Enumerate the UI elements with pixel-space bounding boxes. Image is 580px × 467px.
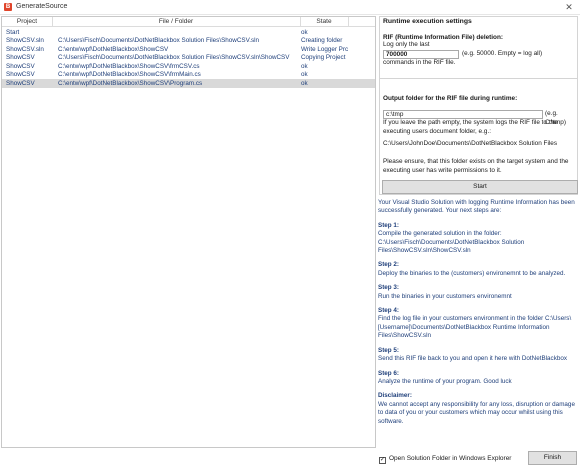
cell-project: ShowCSV [6, 54, 35, 61]
app-icon: B [4, 3, 12, 11]
column-header-file[interactable]: File / Folder [52, 18, 300, 25]
column-header-project[interactable]: Project [2, 18, 52, 25]
cell-file: C:\Users\Fisch\Documents\DotNetBlackbox … [58, 37, 259, 44]
table-row[interactable]: ShowCSV.sln C:\entw\wpf\DotNetBlackbox\S… [2, 45, 375, 54]
intro-text: Your Visual Studio Solution with logging… [378, 199, 575, 215]
finish-button[interactable]: Finish [528, 451, 577, 465]
step-2-text: Deploy the binaries to the (customers) e… [378, 269, 566, 277]
cell-project: ShowCSV.sln [6, 37, 44, 44]
cell-state: Creating folder [301, 37, 343, 44]
start-button[interactable]: Start [382, 180, 578, 194]
open-folder-label: Open Solution Folder in Windows Explorer [389, 455, 512, 462]
log-count-suffix: commands in the RIF file. [383, 59, 456, 66]
cell-file: C:\entw\wpf\DotNetBlackbox\ShowCSV\frmCS… [58, 62, 200, 70]
table-body: Start ok ShowCSV.sln C:\Users\Fisch\Docu… [2, 28, 375, 88]
cell-project: ShowCSV [6, 62, 35, 70]
output-folder-heading: Output folder for the RIF file during ru… [383, 95, 518, 102]
disclaimer-text: We cannot accept any responsibility for … [378, 400, 575, 425]
log-count-hint: (e.g. 50000. Empty = log all) [462, 50, 543, 57]
title-bar: B GenerateSource ✕ [0, 0, 580, 15]
ensure-folder-text: Please ensure, that this folder exists o… [383, 158, 569, 174]
table-row[interactable]: ShowCSV C:\entw\wpf\DotNetBlackbox\ShowC… [2, 71, 375, 80]
step-5-text: Send this RIF file back to you and open … [378, 355, 568, 363]
cell-file: C:\entw\wpf\DotNetBlackbox\ShowCSV [58, 45, 169, 53]
step-4-text: Find the log file in your customers envi… [378, 315, 572, 340]
open-folder-checkbox[interactable]: ✓ [379, 457, 386, 464]
cell-state: ok [301, 28, 308, 36]
cell-project: ShowCSV.sln [6, 45, 44, 53]
step-2-title: Step 2: [378, 261, 399, 269]
log-only-label: Log only the last [383, 41, 430, 48]
cell-file: C:\entw\wpf\DotNetBlackbox\ShowCSV\Progr… [58, 79, 203, 87]
output-folder-description: If you leave the path empty, the system … [383, 119, 558, 135]
column-divider[interactable] [348, 17, 349, 27]
close-button[interactable]: ✕ [562, 1, 576, 14]
table-row[interactable]: Start ok [2, 28, 375, 37]
settings-heading: Runtime execution settings [383, 18, 472, 25]
cell-file: C:\Users\Fisch\Documents\DotNetBlackbox … [58, 54, 290, 61]
step-3-text: Run the binaries in your customers envir… [378, 292, 512, 300]
step-1-text: Compile the generated solution in the fo… [378, 230, 525, 255]
log-count-input[interactable]: 700000 [383, 50, 459, 59]
step-6-title: Step 6: [378, 369, 399, 377]
step-3-title: Step 3: [378, 284, 399, 292]
rif-deletion-heading: RIF (Runtime Information File) deletion: [383, 34, 503, 41]
table-row[interactable]: ShowCSV.sln C:\Users\Fisch\Documents\Dot… [2, 37, 375, 46]
table-row[interactable]: ShowCSV C:\Users\Fisch\Documents\DotNetB… [2, 54, 375, 63]
column-header-state[interactable]: State [300, 18, 348, 25]
cell-project: Start [6, 28, 20, 36]
step-5-title: Step 5: [378, 346, 399, 354]
cell-project: ShowCSV [6, 71, 35, 78]
progress-table: Project File / Folder State Start ok Sho… [1, 16, 376, 448]
disclaimer-title: Disclaimer: [378, 392, 412, 400]
cell-file: C:\entw\wpf\DotNetBlackbox\ShowCSV\frmMa… [58, 71, 201, 78]
step-6-text: Analyze the runtime of your program. Goo… [378, 377, 512, 385]
step-1-title: Step 1: [378, 221, 399, 229]
cell-state: ok [301, 71, 308, 78]
cell-state: Write Logger Prc [301, 45, 349, 53]
cell-project: ShowCSV [6, 79, 35, 87]
next-steps-text: Your Visual Studio Solution with logging… [378, 199, 578, 448]
cell-state: ok [301, 79, 308, 87]
runtime-settings-group: Runtime execution settings RIF (Runtime … [379, 16, 578, 195]
table-row-selected[interactable]: ShowCSV C:\entw\wpf\DotNetBlackbox\ShowC… [2, 79, 375, 88]
divider [380, 78, 577, 79]
example-path: C:\Users\JohnDoe\Documents\DotNetBlackbo… [383, 140, 558, 147]
table-header: Project File / Folder State [2, 17, 375, 27]
step-4-title: Step 4: [378, 307, 399, 315]
cell-state: Copying Project [301, 54, 346, 61]
table-row[interactable]: ShowCSV C:\entw\wpf\DotNetBlackbox\ShowC… [2, 62, 375, 71]
window-title: GenerateSource [16, 3, 68, 10]
cell-state: ok [301, 62, 308, 70]
open-folder-option[interactable]: ✓ Open Solution Folder in Windows Explore… [379, 455, 511, 464]
output-folder-input[interactable]: c:\tmp [383, 110, 543, 119]
